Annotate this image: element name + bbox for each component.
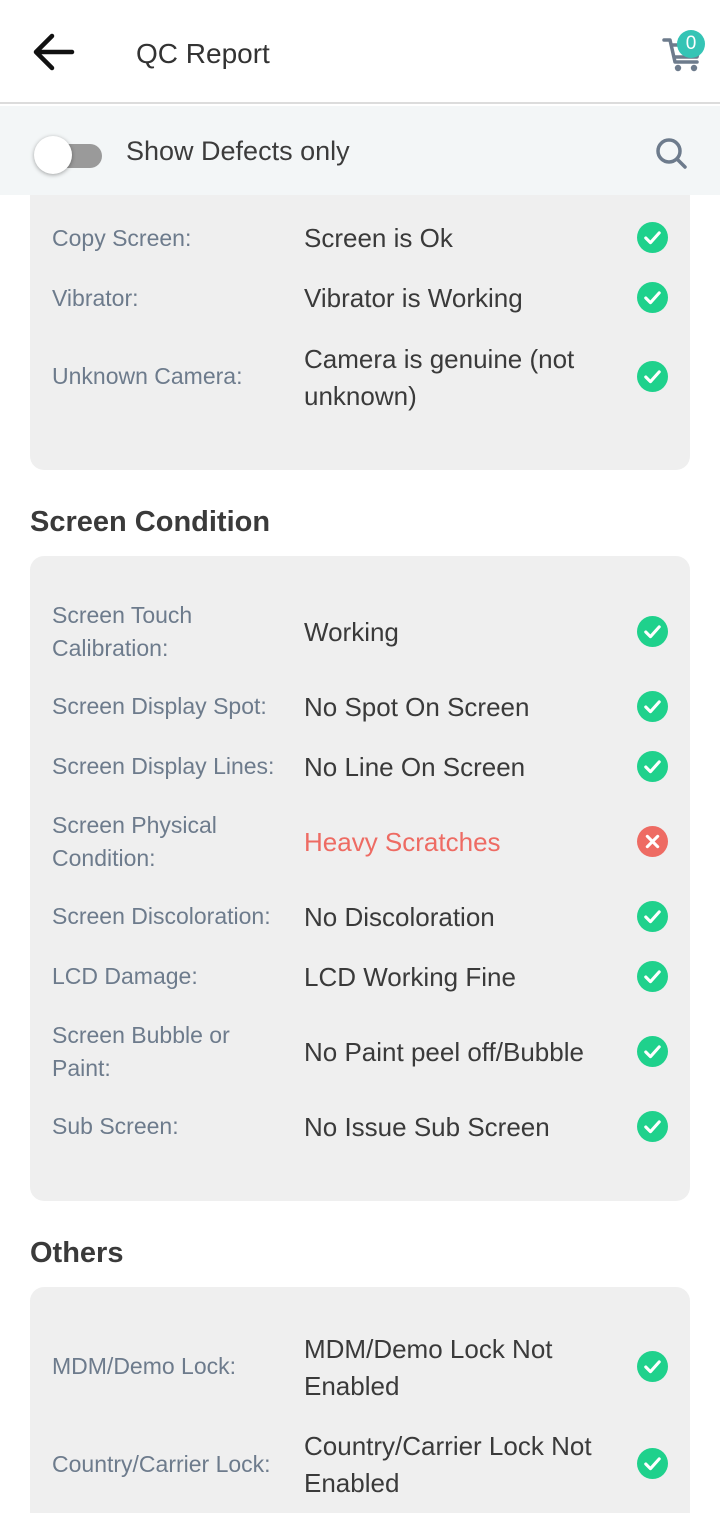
check-circle-icon — [637, 222, 668, 253]
row-label: Screen Bubble or Paint: — [52, 1022, 230, 1081]
section-title-screen-condition: Screen Condition — [30, 506, 271, 538]
check-circle-icon — [637, 901, 668, 932]
app-header: QC Report 0 — [0, 0, 720, 104]
check-circle-icon — [637, 751, 668, 782]
check-circle-icon — [637, 1448, 668, 1479]
check-circle-icon — [637, 691, 668, 722]
show-defects-label: Show Defects only — [126, 136, 350, 166]
row-label: Vibrator: — [52, 285, 139, 311]
row-value: Country/Carrier Lock Not Enabled — [304, 1431, 592, 1498]
check-circle-icon — [637, 1036, 668, 1067]
row-value: No Paint peel off/Bubble — [304, 1037, 584, 1067]
row-value: No Issue Sub Screen — [304, 1112, 550, 1142]
row-label: MDM/Demo Lock: — [52, 1353, 237, 1379]
row-label: Copy Screen: — [52, 225, 192, 251]
check-circle-icon — [637, 961, 668, 992]
row-label: Screen Display Lines: — [52, 753, 275, 779]
section-title-others: Others — [30, 1237, 124, 1269]
row-label: Screen Physical Condition: — [52, 812, 217, 871]
toggle-knob — [34, 136, 72, 174]
search-icon — [656, 138, 687, 169]
check-circle-icon — [637, 282, 668, 313]
row-label: Sub Screen: — [52, 1113, 179, 1139]
row-value: Screen is Ok — [304, 223, 453, 253]
row-value: No Line On Screen — [304, 752, 526, 782]
cart-count-badge: 0 — [677, 30, 705, 58]
row-value: Working — [304, 617, 399, 647]
x-circle-icon — [637, 826, 668, 857]
row-value: No Discoloration — [304, 902, 495, 932]
row-value: Vibrator is Working — [304, 283, 523, 313]
row-value: MDM/Demo Lock Not Enabled — [304, 1334, 553, 1401]
row-value: LCD Working Fine — [304, 962, 516, 992]
filter-bar: Show Defects only — [0, 106, 720, 195]
row-label: Screen Discoloration: — [52, 903, 271, 929]
row-value: No Spot On Screen — [304, 692, 530, 722]
row-label: Screen Display Spot: — [52, 693, 267, 719]
row-value: Camera is genuine (not unknown) — [304, 344, 575, 411]
row-label: Unknown Camera: — [52, 363, 243, 389]
row-label: Screen Touch Calibration: — [52, 602, 193, 661]
row-label: Country/Carrier Lock: — [52, 1451, 271, 1477]
back-arrow-icon[interactable] — [30, 32, 76, 72]
row-value-defect: Heavy Scratches — [304, 827, 501, 857]
check-circle-icon — [637, 361, 668, 392]
row-label: LCD Damage: — [52, 963, 198, 989]
page-title: QC Report — [136, 38, 270, 69]
check-circle-icon — [637, 1351, 668, 1382]
check-circle-icon — [637, 1111, 668, 1142]
show-defects-toggle[interactable] — [34, 136, 102, 176]
check-circle-icon — [637, 616, 668, 647]
search-button[interactable] — [652, 134, 692, 174]
